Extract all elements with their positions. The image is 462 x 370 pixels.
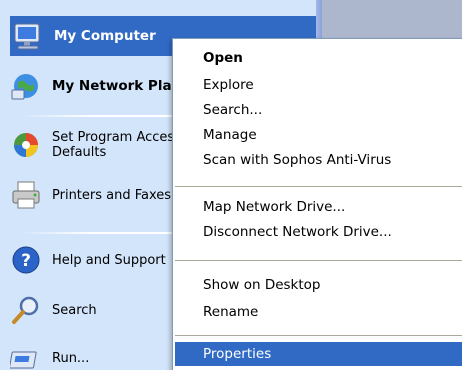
ctx-item-explore[interactable]: Explore bbox=[175, 73, 462, 97]
separator bbox=[175, 335, 462, 336]
ctx-item-scan-sophos[interactable]: Scan with Sophos Anti-Virus bbox=[175, 148, 462, 172]
my-computer-icon bbox=[10, 18, 46, 54]
ctx-item-disconnect-network-drive[interactable]: Disconnect Network Drive... bbox=[175, 220, 462, 244]
my-network-places-icon bbox=[8, 68, 44, 104]
run-icon bbox=[8, 340, 44, 370]
printer-icon bbox=[8, 177, 44, 213]
ctx-item-open[interactable]: Open bbox=[175, 46, 462, 70]
separator bbox=[175, 260, 462, 261]
separator bbox=[175, 186, 462, 187]
set-program-defaults-icon bbox=[8, 127, 44, 163]
ctx-item-show-on-desktop[interactable]: Show on Desktop bbox=[175, 273, 462, 297]
ctx-item-map-network-drive[interactable]: Map Network Drive... bbox=[175, 195, 462, 219]
svg-text:?: ? bbox=[21, 251, 31, 271]
ctx-item-properties[interactable]: Properties bbox=[175, 342, 462, 366]
ctx-item-rename[interactable]: Rename bbox=[175, 300, 462, 324]
help-icon: ? bbox=[8, 242, 44, 278]
context-menu: Open Explore Search... Manage Scan with … bbox=[172, 38, 462, 370]
ctx-item-manage[interactable]: Manage bbox=[175, 123, 462, 147]
ctx-item-search[interactable]: Search... bbox=[175, 98, 462, 122]
search-icon bbox=[8, 292, 44, 328]
screen: My Computer My Network Places Set Progra… bbox=[0, 0, 462, 370]
